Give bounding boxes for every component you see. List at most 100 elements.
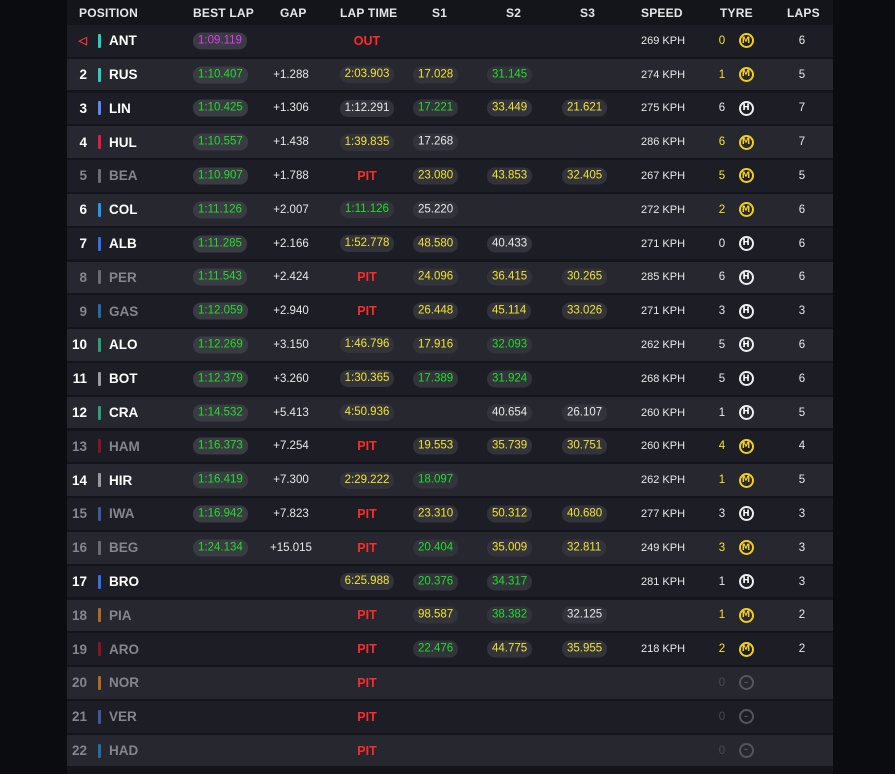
best-lap-cell: 1:14.532 — [191, 397, 251, 429]
status-badge: PIT — [357, 168, 377, 183]
table-row[interactable]: 7 ALB 1:11.285 +2.166 1:52.778 48.580 40.433 27… — [67, 227, 833, 260]
laps-count: 5 — [798, 406, 806, 419]
tyre-cell: M — [735, 431, 757, 463]
sector-s2-cell — [485, 464, 545, 496]
sector-s2-time: 32.093 — [487, 336, 533, 354]
table-row[interactable]: 6 COL 1:11.126 +2.007 1:11.126 25.220 272 KPH 2… — [67, 194, 833, 226]
driver-code: ANT — [109, 33, 137, 49]
table-row[interactable]: ◁ ANT 1:09.119 OUT 269 KPH 0 M 6 — [67, 25, 833, 57]
table-row[interactable]: 15 IWA 1:16.942 +7.823 PIT 23.310 50.312 40.680… — [67, 498, 833, 530]
driver-code: BEA — [109, 168, 138, 184]
position-number: 7 — [79, 236, 87, 252]
sector-s1-cell: 20.404 — [411, 532, 467, 564]
gap-value — [257, 633, 325, 665]
tyre-cell: M — [735, 59, 757, 91]
table-row[interactable]: 13 HAM 1:16.373 +7.254 PIT 19.553 35.739 30.751… — [67, 430, 833, 463]
table-row[interactable]: 11 BOT 1:12.379 +3.260 1:30.365 17.389 31.924 2… — [67, 363, 833, 395]
gap-value: +1.288 — [273, 68, 309, 81]
laps-count — [787, 667, 817, 699]
gap-value — [257, 667, 325, 699]
table-row[interactable]: 10 ALO 1:12.269 +3.150 1:46.796 17.916 32.093 2… — [67, 329, 833, 361]
table-row[interactable]: 22 HAD PIT 0 – — [67, 734, 833, 767]
best-lap-time: 1:16.373 — [193, 437, 248, 455]
position-number: 22 — [71, 743, 87, 759]
sector-s1-cell: 17.221 — [411, 93, 467, 125]
sector-s1-cell: 48.580 — [411, 228, 467, 260]
lap-time-cell: PIT — [337, 667, 397, 699]
best-lap-cell — [191, 633, 251, 665]
tyre-compound: – — [743, 745, 749, 756]
status-badge: PIT — [357, 439, 377, 454]
lap-time-cell: 1:30.365 — [337, 363, 397, 395]
driver-code: COL — [109, 202, 138, 218]
table-row[interactable]: 5 BEA 1:10.907 +1.788 PIT 23.080 43.853 32.405 2… — [67, 160, 833, 192]
medium-tyre-icon: M — [738, 134, 754, 150]
sector-s1-cell — [411, 735, 467, 767]
table-row[interactable]: 17 BRO 6:25.988 20.376 34.317 281 KPH 1 H 3 — [67, 565, 833, 598]
tyre-compound: – — [743, 711, 749, 722]
laps-count: 2 — [798, 609, 806, 622]
table-row[interactable]: 3 LIN 1:10.425 +1.306 1:12.291 17.221 33.449 21… — [67, 92, 833, 125]
lap-time-cell: PIT — [337, 498, 397, 530]
laps-count: 2 — [798, 643, 806, 656]
team-color-bar — [98, 329, 101, 361]
table-row[interactable]: 4 HUL 1:10.557 +1.438 1:39.835 17.268 286 KPH 6… — [67, 126, 833, 158]
driver-code: BOT — [109, 371, 138, 387]
sector-s3-cell — [560, 363, 620, 395]
sector-s1-cell — [411, 667, 467, 699]
sector-s1-time: 17.389 — [413, 370, 459, 388]
team-color-bar — [98, 397, 101, 429]
tyre-age: 0 — [718, 34, 726, 47]
best-lap-time: 1:12.269 — [193, 336, 248, 354]
medium-tyre-icon: M — [738, 607, 754, 623]
sector-s1-time: 17.916 — [413, 336, 459, 354]
tyre-cell: H — [735, 228, 757, 260]
gap-value: +1.306 — [273, 102, 309, 115]
laps-count: 7 — [798, 136, 806, 149]
table-row[interactable]: 2 RUS 1:10.407 +1.288 2:03.903 17.028 31.145 27… — [67, 58, 833, 91]
table-row[interactable]: 8 PER 1:11.543 +2.424 PIT 24.096 36.415 30.265 2… — [67, 261, 833, 294]
table-row[interactable]: 20 NOR PIT 0 – — [67, 667, 833, 699]
table-row[interactable]: 21 VER PIT 0 – — [67, 701, 833, 733]
best-lap-time: 1:10.557 — [193, 133, 248, 151]
header-gap: GAP — [280, 6, 307, 20]
tyre-compound: M — [741, 136, 751, 147]
team-color-bar — [98, 464, 101, 496]
table-row[interactable]: 12 CRA 1:14.532 +5.413 4:50.936 40.654 26.107 2… — [67, 396, 833, 429]
sector-s1-cell: 20.376 — [411, 566, 467, 598]
sector-s3-cell: 26.107 — [560, 397, 620, 429]
table-row[interactable]: 14 HIR 1:16.419 +7.300 2:29.222 18.097 262 KPH… — [67, 464, 833, 496]
best-lap-cell — [191, 735, 251, 767]
best-lap-cell — [191, 600, 251, 632]
best-lap-cell — [191, 566, 251, 598]
position-number: 19 — [71, 641, 87, 657]
hard-tyre-icon: H — [738, 506, 754, 522]
header-s3: S3 — [580, 6, 596, 20]
tyre-age: 3 — [718, 305, 726, 318]
tyre-compound: M — [741, 474, 751, 485]
gap-value — [257, 566, 325, 598]
table-row[interactable]: 16 BEG 1:24.134 +15.015 PIT 20.404 35.009 32.81… — [67, 532, 833, 564]
sector-s3-time: 30.751 — [562, 437, 608, 455]
sector-s2-cell — [485, 194, 545, 226]
gap-value: +7.254 — [273, 440, 309, 453]
sector-s2-time: 36.415 — [487, 268, 533, 286]
lap-time-cell: OUT — [337, 25, 397, 57]
driver-code: VER — [109, 709, 137, 725]
sector-s1-time: 17.221 — [413, 99, 459, 117]
sector-s1-cell: 19.553 — [411, 431, 467, 463]
gap-value: +2.940 — [273, 305, 309, 318]
sector-s3-time: 26.107 — [562, 404, 608, 422]
best-lap-cell: 1:12.059 — [191, 295, 251, 327]
sector-s3-cell — [560, 228, 620, 260]
tyre-age: 0 — [718, 676, 726, 689]
best-lap-time: 1:16.419 — [193, 471, 248, 489]
table-row[interactable]: 9 GAS 1:12.059 +2.940 PIT 26.448 45.114 33.026 2… — [67, 295, 833, 327]
tyre-age: 3 — [718, 507, 726, 520]
sector-s2-time: 38.382 — [487, 606, 533, 624]
table-row[interactable]: 19 ARO PIT 22.476 44.775 35.955 218 KPH 2 M 2 — [67, 633, 833, 665]
table-row[interactable]: 18 PIA PIT 98.587 38.382 32.125 1 M 2 — [67, 599, 833, 632]
best-lap-cell: 1:11.543 — [191, 262, 251, 294]
team-color-bar — [98, 228, 101, 260]
tyre-compound: M — [741, 170, 751, 181]
